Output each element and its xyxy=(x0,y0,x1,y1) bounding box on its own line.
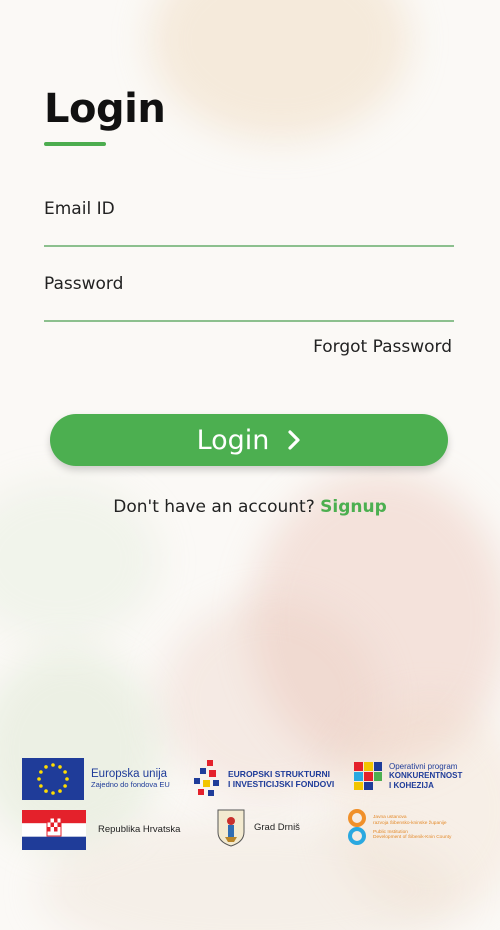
no-account-text: Don't have an account? xyxy=(113,497,315,517)
login-button[interactable]: Login xyxy=(50,414,448,466)
login-screen: Login Email ID Password Forgot Password … xyxy=(0,0,500,930)
drnis-coat-of-arms-icon xyxy=(217,809,245,847)
sibenik-line4: Development of Šibenik-Knin County xyxy=(373,835,452,841)
esi-line2: I INVESTICIJSKI FONDOVI xyxy=(228,779,335,789)
password-underline xyxy=(44,320,454,322)
croatia-label: Republika Hrvatska xyxy=(98,823,181,835)
eu-flag-icon xyxy=(22,758,84,800)
drnis-logo: Grad Drniš xyxy=(216,808,300,848)
signup-link[interactable]: Signup xyxy=(320,497,387,517)
login-button-label: Login xyxy=(196,424,270,456)
password-input[interactable] xyxy=(44,289,454,319)
esi-squares-icon xyxy=(194,760,219,796)
forgot-password-link[interactable]: Forgot Password xyxy=(313,337,452,357)
op-konkurentnost-logo: Operativni program KONKURENTNOST I KOHEZ… xyxy=(352,760,462,792)
signup-prompt: Don't have an account? Signup xyxy=(0,497,500,517)
sibenik-line2: razvoja Šibensko-kninske županije xyxy=(373,820,447,826)
drnis-label: Grad Drniš xyxy=(254,821,300,833)
croatia-logo: Republika Hrvatska xyxy=(22,810,180,850)
email-underline xyxy=(44,245,454,247)
esi-funds-logo: EUROPSKI STRUKTURNI I INVESTICIJSKI FOND… xyxy=(192,758,334,802)
croatia-flag-icon xyxy=(22,810,86,850)
email-input[interactable] xyxy=(44,214,454,244)
sibenik-rings-icon xyxy=(348,809,366,845)
title-underline xyxy=(44,142,106,146)
funding-logos: Europska unija Zajedno do fondova EU EUR… xyxy=(0,750,500,860)
chevron-right-icon xyxy=(287,429,301,451)
eu-subtitle: Zajedno do fondova EU xyxy=(91,780,170,790)
eu-logo: Europska unija Zajedno do fondova EU xyxy=(22,758,170,800)
op-mosaic-icon xyxy=(354,762,382,790)
op-line3: I KOHEZIJA xyxy=(389,780,434,790)
op-line2: KONKURENTNOST xyxy=(389,771,463,781)
sibenik-development-logo: Javna ustanova razvoja Šibensko-kninske … xyxy=(346,808,451,848)
op-line1: Operativni program xyxy=(389,762,458,772)
page-title: Login xyxy=(44,86,166,132)
